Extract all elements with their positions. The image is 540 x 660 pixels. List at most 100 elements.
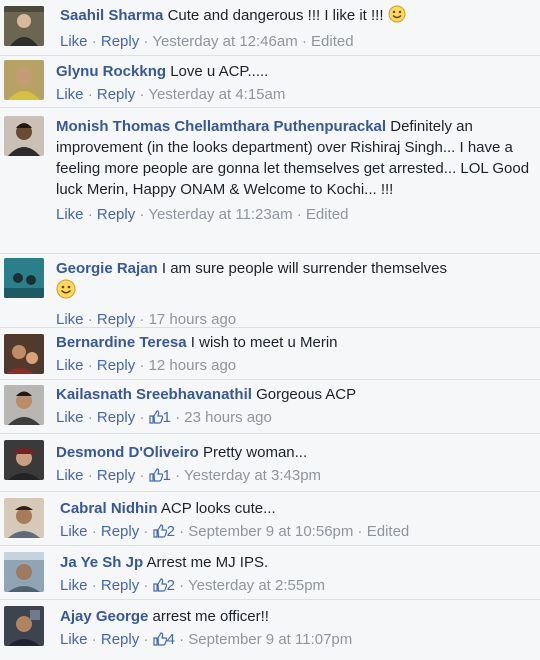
reply-link[interactable]: Reply <box>97 409 135 426</box>
comment-text: Gorgeous ACP <box>256 386 357 403</box>
timestamp[interactable]: 12 hours ago <box>149 357 237 374</box>
reply-link[interactable]: Reply <box>101 523 139 540</box>
avatar[interactable] <box>4 258 44 298</box>
like-count-value: 4 <box>166 631 175 648</box>
separator: · <box>87 467 93 484</box>
timestamp[interactable]: Yesterday at 11:23am <box>148 206 292 223</box>
comment-author[interactable]: Glynu Rockkng <box>56 63 166 80</box>
thumbs-up-icon <box>148 467 163 488</box>
comment-author[interactable]: Ja Ye Sh Jp <box>60 554 143 571</box>
like-link[interactable]: Like <box>56 86 84 103</box>
avatar-image <box>4 385 44 425</box>
like-count[interactable]: 2 <box>152 577 175 594</box>
separator: · <box>87 409 93 426</box>
reply-link[interactable]: Reply <box>97 357 135 374</box>
reply-link[interactable]: Reply <box>101 577 139 594</box>
reply-link[interactable]: Reply <box>97 86 135 103</box>
like-link[interactable]: Like <box>56 311 84 328</box>
comment-item: Glynu Rockkng Love u ACP..... Like · Rep… <box>0 56 540 108</box>
avatar-image <box>4 6 44 46</box>
comment-text: Love u ACP..... <box>170 63 269 80</box>
separator: · <box>301 33 307 50</box>
avatar[interactable] <box>4 60 44 100</box>
like-link[interactable]: Like <box>56 357 84 374</box>
avatar[interactable] <box>4 440 44 480</box>
comment-author[interactable]: Monish Thomas Chellamthara Puthenpuracka… <box>56 118 386 135</box>
edited-label[interactable]: Edited <box>367 523 410 540</box>
comment-item: Cabral Nidhin ACP looks cute... Like · R… <box>0 492 540 546</box>
avatar[interactable] <box>4 498 44 538</box>
comment-author[interactable]: Ajay George <box>60 608 148 625</box>
reply-link[interactable]: Reply <box>101 631 139 648</box>
separator: · <box>87 206 93 223</box>
reply-link[interactable]: Reply <box>97 311 135 328</box>
like-link[interactable]: Like <box>60 631 88 648</box>
avatar-image <box>4 258 44 298</box>
edited-label[interactable]: Edited <box>311 33 354 50</box>
like-count-value: 2 <box>166 577 175 594</box>
smiley-icon <box>388 5 406 29</box>
like-link[interactable]: Like <box>56 409 84 426</box>
comment-item: Monish Thomas Chellamthara Puthenpuracka… <box>0 108 540 254</box>
comment-item: Ajay George arrest me officer!! Like · R… <box>0 600 540 660</box>
like-count-value: 1 <box>162 467 171 484</box>
separator: · <box>179 577 185 594</box>
thumbs-up-icon <box>148 409 163 430</box>
comment-author[interactable]: Bernardine Teresa <box>56 334 187 351</box>
comment-item: Bernardine Teresa I wish to meet u Merin… <box>0 328 540 380</box>
like-count[interactable]: 1 <box>148 409 171 426</box>
reply-link[interactable]: Reply <box>97 206 135 223</box>
comment-item: Kailasnath Sreebhavanathil Gorgeous ACP … <box>0 380 540 434</box>
timestamp[interactable]: Yesterday at 3:43pm <box>184 467 321 484</box>
separator: · <box>87 311 93 328</box>
thumbs-up-icon <box>152 577 167 598</box>
timestamp[interactable]: Yesterday at 4:15am <box>148 86 285 103</box>
avatar[interactable] <box>4 385 44 425</box>
like-count[interactable]: 1 <box>148 467 171 484</box>
timestamp[interactable]: 17 hours ago <box>149 311 237 328</box>
avatar[interactable] <box>4 334 44 374</box>
separator: · <box>143 523 149 540</box>
avatar[interactable] <box>4 116 44 156</box>
smiley-icon <box>56 279 76 305</box>
timestamp[interactable]: Yesterday at 12:46am <box>152 33 297 50</box>
reply-link[interactable]: Reply <box>101 33 139 50</box>
like-link[interactable]: Like <box>60 577 88 594</box>
edited-label[interactable]: Edited <box>306 206 349 223</box>
separator: · <box>139 206 145 223</box>
like-link[interactable]: Like <box>56 467 84 484</box>
like-count[interactable]: 2 <box>152 523 175 540</box>
timestamp[interactable]: Yesterday at 2:55pm <box>188 577 325 594</box>
reply-link[interactable]: Reply <box>97 467 135 484</box>
separator: · <box>179 631 185 648</box>
like-link[interactable]: Like <box>56 206 84 223</box>
like-count[interactable]: 4 <box>152 631 175 648</box>
comment-author[interactable]: Kailasnath Sreebhavanathil <box>56 386 252 403</box>
timestamp[interactable]: September 9 at 11:07pm <box>188 631 352 648</box>
comment-text: Arrest me MJ IPS. <box>146 554 269 571</box>
comment-author[interactable]: Saahil Sharma <box>60 7 163 24</box>
separator: · <box>143 577 149 594</box>
timestamp[interactable]: 23 hours ago <box>184 409 272 426</box>
comment-item: Ja Ye Sh Jp Arrest me MJ IPS. Like · Rep… <box>0 546 540 600</box>
comment-item: Desmond D'Oliveiro Pretty woman... Like … <box>0 434 540 492</box>
separator: · <box>91 631 97 648</box>
thumbs-up-icon <box>152 523 167 544</box>
comment-author[interactable]: Georgie Rajan <box>56 260 158 277</box>
avatar[interactable] <box>4 6 44 46</box>
avatar-image <box>4 606 44 646</box>
timestamp[interactable]: September 9 at 10:56pm <box>188 523 353 540</box>
separator: · <box>139 357 145 374</box>
avatar[interactable] <box>4 606 44 646</box>
separator: · <box>143 33 149 50</box>
like-link[interactable]: Like <box>60 523 88 540</box>
comment-text: I wish to meet u Merin <box>190 334 338 351</box>
avatar[interactable] <box>4 552 44 592</box>
avatar-image <box>4 334 44 374</box>
like-link[interactable]: Like <box>60 33 88 50</box>
comment-author[interactable]: Desmond D'Oliveiro <box>56 444 199 461</box>
separator: · <box>87 86 93 103</box>
avatar-image <box>4 498 44 538</box>
avatar-image <box>4 116 44 156</box>
comment-author[interactable]: Cabral Nidhin <box>60 500 158 517</box>
